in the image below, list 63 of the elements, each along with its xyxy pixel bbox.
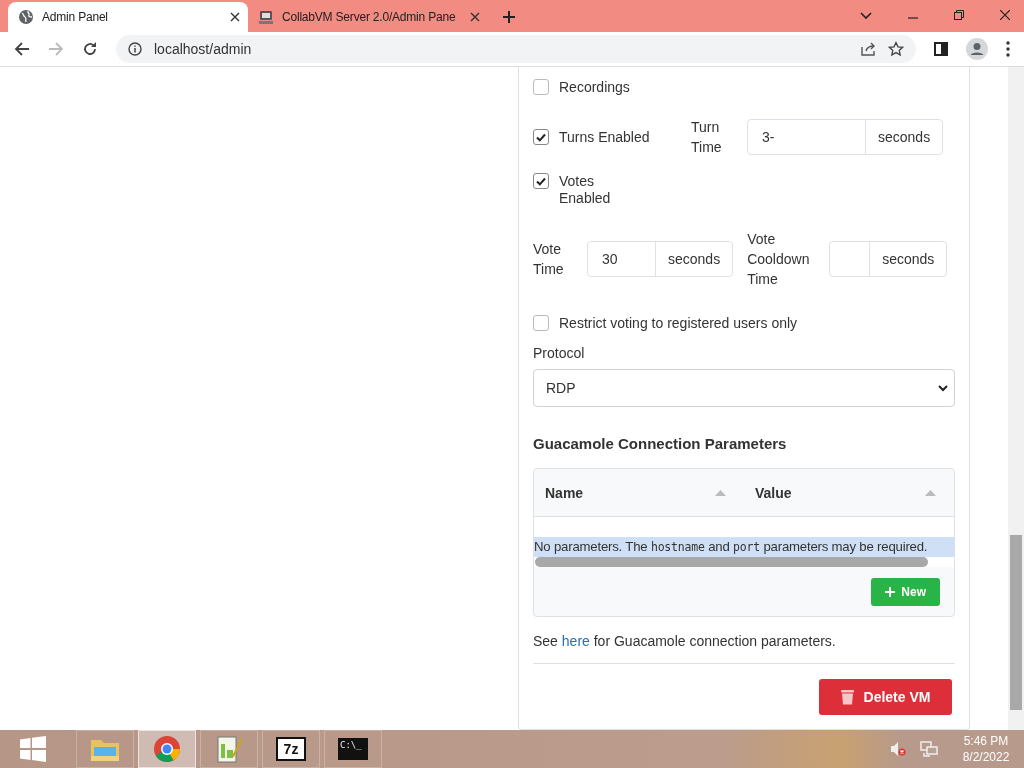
notepad-icon (215, 734, 243, 764)
help-text: See here for Guacamole connection parameters. (533, 633, 837, 649)
menu-icon[interactable] (1006, 41, 1010, 58)
taskbar-app[interactable]: 7z (262, 730, 320, 768)
field-label: Turn Time (691, 118, 723, 157)
section-heading: Guacamole Connection Parameters (533, 435, 788, 452)
field-label: Vote Time (533, 240, 565, 279)
trash-icon (840, 689, 854, 705)
checkbox-label: Restrict voting to registered users only (559, 315, 798, 331)
archive-icon: 7z (276, 737, 306, 761)
tab-title: CollabVM Server 2.0/Admin Pane (282, 10, 457, 25)
star-icon[interactable] (888, 41, 904, 58)
browser-tab[interactable]: CollabVM Server 2.0/Admin Pane (248, 2, 488, 33)
column-header[interactable]: Value (755, 484, 792, 501)
checkbox-label: Votes Enabled (559, 173, 612, 207)
chevron-down-icon[interactable] (860, 12, 872, 21)
tab-title: Admin Panel (42, 10, 109, 25)
empty-message: No parameters. The hostname and port parameters may be required. (534, 537, 954, 557)
checkbox-label: Recordings (559, 79, 630, 95)
checkbox[interactable] (533, 173, 549, 189)
reload-icon[interactable] (82, 41, 98, 58)
checkbox[interactable] (533, 129, 549, 145)
help-link[interactable]: here (561, 633, 590, 649)
plus-icon (885, 587, 896, 597)
date-text: 8/2/2022 (962, 749, 1010, 765)
close-icon[interactable] (470, 12, 480, 23)
browser-logo-icon (153, 735, 181, 763)
unit-label: seconds (667, 250, 722, 269)
time-text: 5:46 PM (963, 733, 1009, 749)
input-field[interactable]: 3- (748, 120, 866, 154)
back-icon[interactable] (14, 41, 30, 58)
muted-speaker-icon[interactable] (890, 741, 906, 757)
taskbar-app[interactable] (200, 730, 258, 768)
protocol-select[interactable]: RDP (533, 369, 955, 407)
input-field[interactable]: 30 (588, 242, 656, 276)
taskbar-app[interactable]: C:\_ (324, 730, 382, 768)
browser-tab[interactable]: Admin Panel (8, 2, 248, 33)
column-header[interactable]: Name (545, 484, 584, 501)
scrollbar[interactable] (1008, 67, 1024, 730)
terminal-icon: C:\_ (338, 738, 368, 760)
share-icon[interactable] (860, 41, 876, 58)
computer-icon (258, 9, 274, 26)
checkbox[interactable] (533, 79, 549, 95)
chevron-down-icon (938, 384, 948, 392)
restore-icon[interactable] (954, 10, 964, 21)
address-bar[interactable]: localhost/admin (116, 35, 916, 64)
scrollbar[interactable] (535, 557, 928, 567)
info-icon (128, 42, 142, 57)
close-icon[interactable] (230, 12, 240, 23)
delete-button[interactable]: Delete VM (819, 679, 952, 715)
checkbox[interactable] (533, 315, 549, 331)
close-icon[interactable] (1000, 10, 1010, 21)
unit-label: seconds (877, 128, 932, 147)
profile-icon[interactable] (966, 38, 988, 61)
field-label: Protocol (533, 345, 586, 361)
side-panel-icon[interactable] (934, 42, 948, 57)
taskbar-app[interactable] (138, 730, 196, 768)
globe-icon (18, 9, 34, 26)
field-label: Vote Cooldown Time (747, 230, 811, 289)
start-icon[interactable] (20, 736, 46, 762)
new-tab-icon[interactable] (502, 10, 516, 25)
unit-label: seconds (881, 250, 936, 269)
checkbox-label: Turns Enabled (559, 129, 650, 145)
